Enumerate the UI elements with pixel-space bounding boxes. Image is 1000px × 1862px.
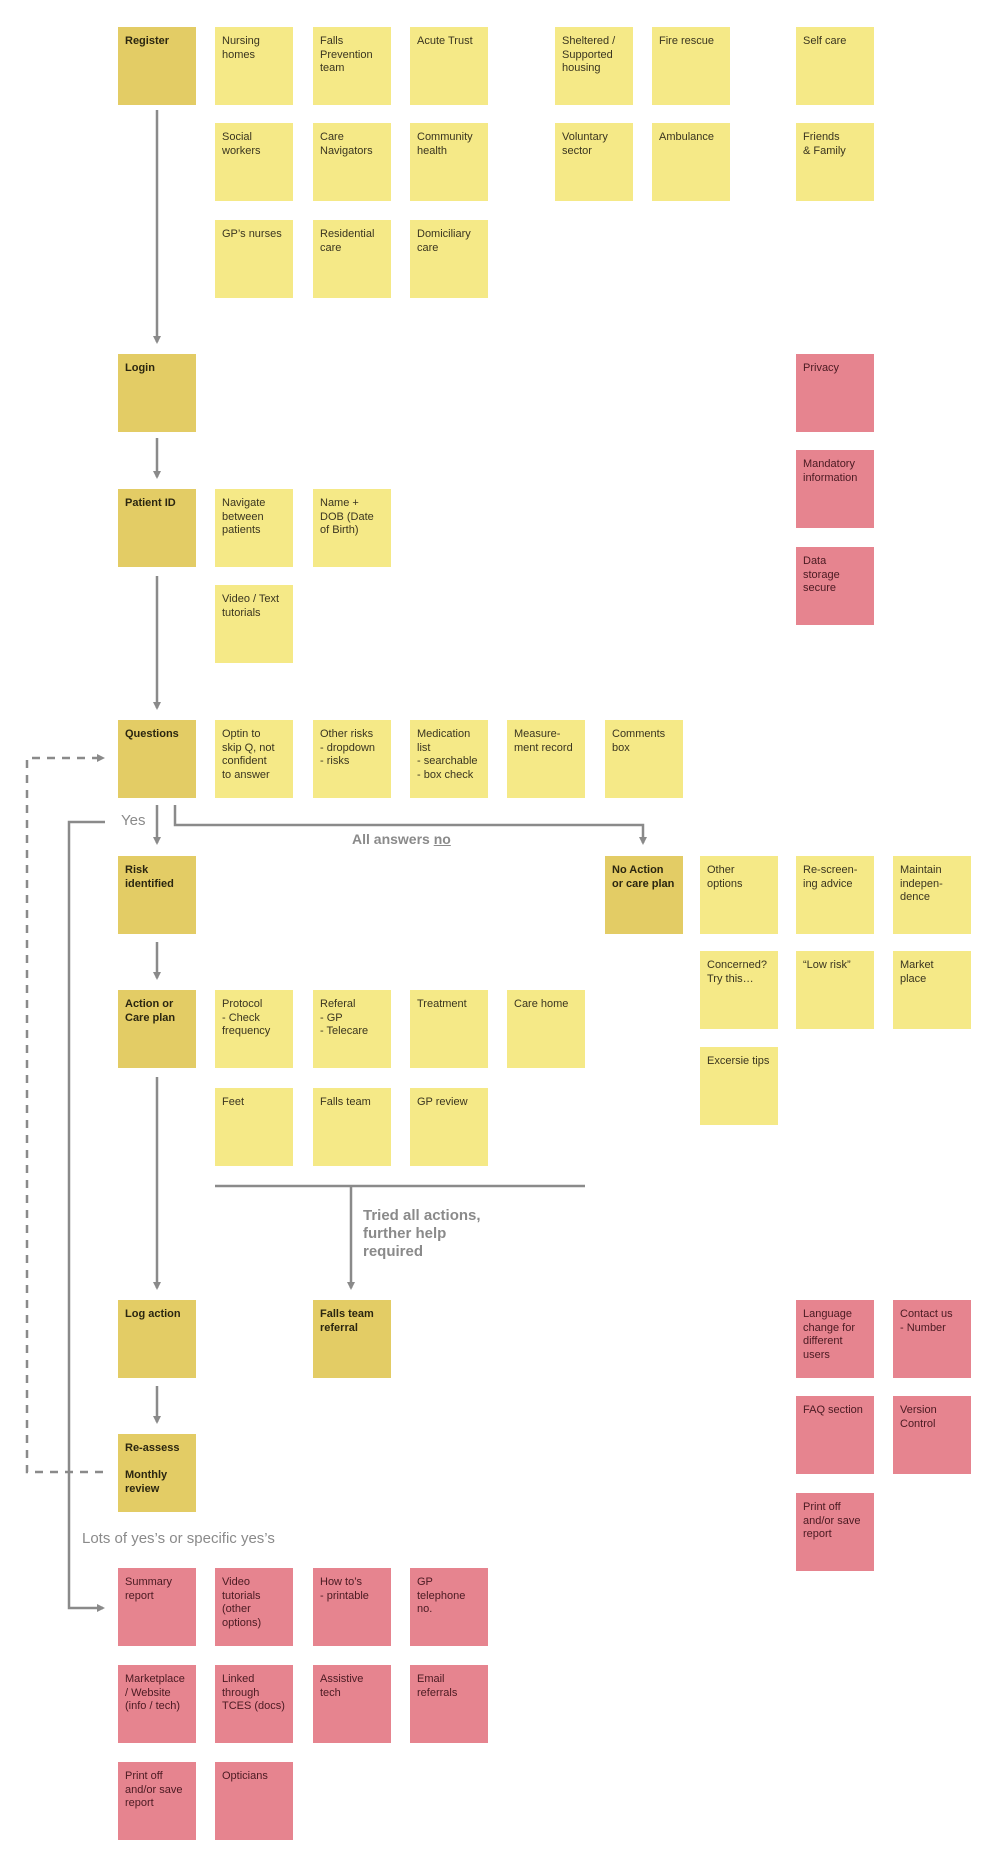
idea-note: Other risks - dropdown - risks [313, 720, 391, 798]
all-answers-text: All answers [352, 831, 434, 847]
requirement-note: Video tutorials (other options) [215, 1568, 293, 1646]
arrow-reassess-loop [25, 754, 105, 1474]
step-no-action: No Action or care plan [605, 856, 683, 934]
idea-note: Maintain indepen- dence [893, 856, 971, 934]
idea-note: Comments box [605, 720, 683, 798]
requirement-note: Version Control [893, 1396, 971, 1474]
idea-note: Protocol - Check frequency [215, 990, 293, 1068]
requirement-note: Email referrals [410, 1665, 488, 1743]
stakeholder-note: Sheltered / Supported housing [555, 27, 633, 105]
idea-note: Measure- ment record [507, 720, 585, 798]
requirement-note: Linked through TCES (docs) [215, 1665, 293, 1743]
requirement-note: Opticians [215, 1762, 293, 1840]
step-login: Login [118, 354, 196, 432]
idea-note: Treatment [410, 990, 488, 1068]
idea-note: Navigate between patients [215, 489, 293, 567]
stakeholder-note: Ambulance [652, 123, 730, 201]
step-risk-identified: Risk identified [118, 856, 196, 934]
stakeholder-note: GP’s nurses [215, 220, 293, 298]
requirement-note: Marketplace / Website (info / tech) [118, 1665, 196, 1743]
requirement-note: Language change for different users [796, 1300, 874, 1378]
idea-note: Video / Text tutorials [215, 585, 293, 663]
requirement-note: FAQ section [796, 1396, 874, 1474]
lots-of-yes-label: Lots of yes’s or specific yes’s [82, 1530, 275, 1547]
idea-note: Feet [215, 1088, 293, 1166]
stakeholder-note: Social workers [215, 123, 293, 201]
requirement-note: How to’s - printable [313, 1568, 391, 1646]
idea-note: Medication list - searchable - box check [410, 720, 488, 798]
requirement-note: Summary report [118, 1568, 196, 1646]
idea-note: Other options [700, 856, 778, 934]
requirement-note: Print off and/or save report [118, 1762, 196, 1840]
requirement-note: Contact us - Number [893, 1300, 971, 1378]
requirement-note: GP telephone no. [410, 1568, 488, 1646]
idea-note: Excersie tips [700, 1047, 778, 1125]
step-patient-id: Patient ID [118, 489, 196, 567]
step-falls-team-referral: Falls team referral [313, 1300, 391, 1378]
tried-all-actions-label: Tried all actions, further help required [363, 1207, 481, 1260]
stakeholder-note: Domiciliary care [410, 220, 488, 298]
all-answers-no-label: All answers no [352, 831, 451, 847]
step-questions: Questions [118, 720, 196, 798]
stakeholder-note: Friends & Family [796, 123, 874, 201]
stakeholder-note: Residential care [313, 220, 391, 298]
no-text: no [433, 831, 451, 847]
requirement-note: Mandatory information [796, 450, 874, 528]
step-log-action: Log action [118, 1300, 196, 1378]
idea-note: Optin to skip Q, not confident to answer [215, 720, 293, 798]
yes-label: Yes [121, 812, 146, 829]
stakeholder-note: Community health [410, 123, 488, 201]
requirement-note: Print off and/or save report [796, 1493, 874, 1571]
arrow-yes-outputs [67, 820, 105, 1612]
step-reassess: Re-assess Monthly review [118, 1434, 196, 1512]
stakeholder-note: Fire rescue [652, 27, 730, 105]
requirement-note: Privacy [796, 354, 874, 432]
stakeholder-note: Falls Prevention team [313, 27, 391, 105]
idea-note: Name + DOB (Date of Birth) [313, 489, 391, 567]
idea-note: Referal - GP - Telecare [313, 990, 391, 1068]
stakeholder-note: Nursing homes [215, 27, 293, 105]
idea-note: Falls team [313, 1088, 391, 1166]
stakeholder-note: Voluntary sector [555, 123, 633, 201]
stakeholder-note: Self care [796, 27, 874, 105]
idea-note: Market place [893, 951, 971, 1029]
requirement-note: Assistive tech [313, 1665, 391, 1743]
requirement-note: Data storage secure [796, 547, 874, 625]
idea-note: GP review [410, 1088, 488, 1166]
idea-note: Care home [507, 990, 585, 1068]
idea-note: Re-screen- ing advice [796, 856, 874, 934]
idea-note: Concerned? Try this… [700, 951, 778, 1029]
stakeholder-note: Care Navigators [313, 123, 391, 201]
stakeholder-note: Acute Trust [410, 27, 488, 105]
idea-note: “Low risk” [796, 951, 874, 1029]
step-register: Register [118, 27, 196, 105]
step-action-care-plan: Action or Care plan [118, 990, 196, 1068]
